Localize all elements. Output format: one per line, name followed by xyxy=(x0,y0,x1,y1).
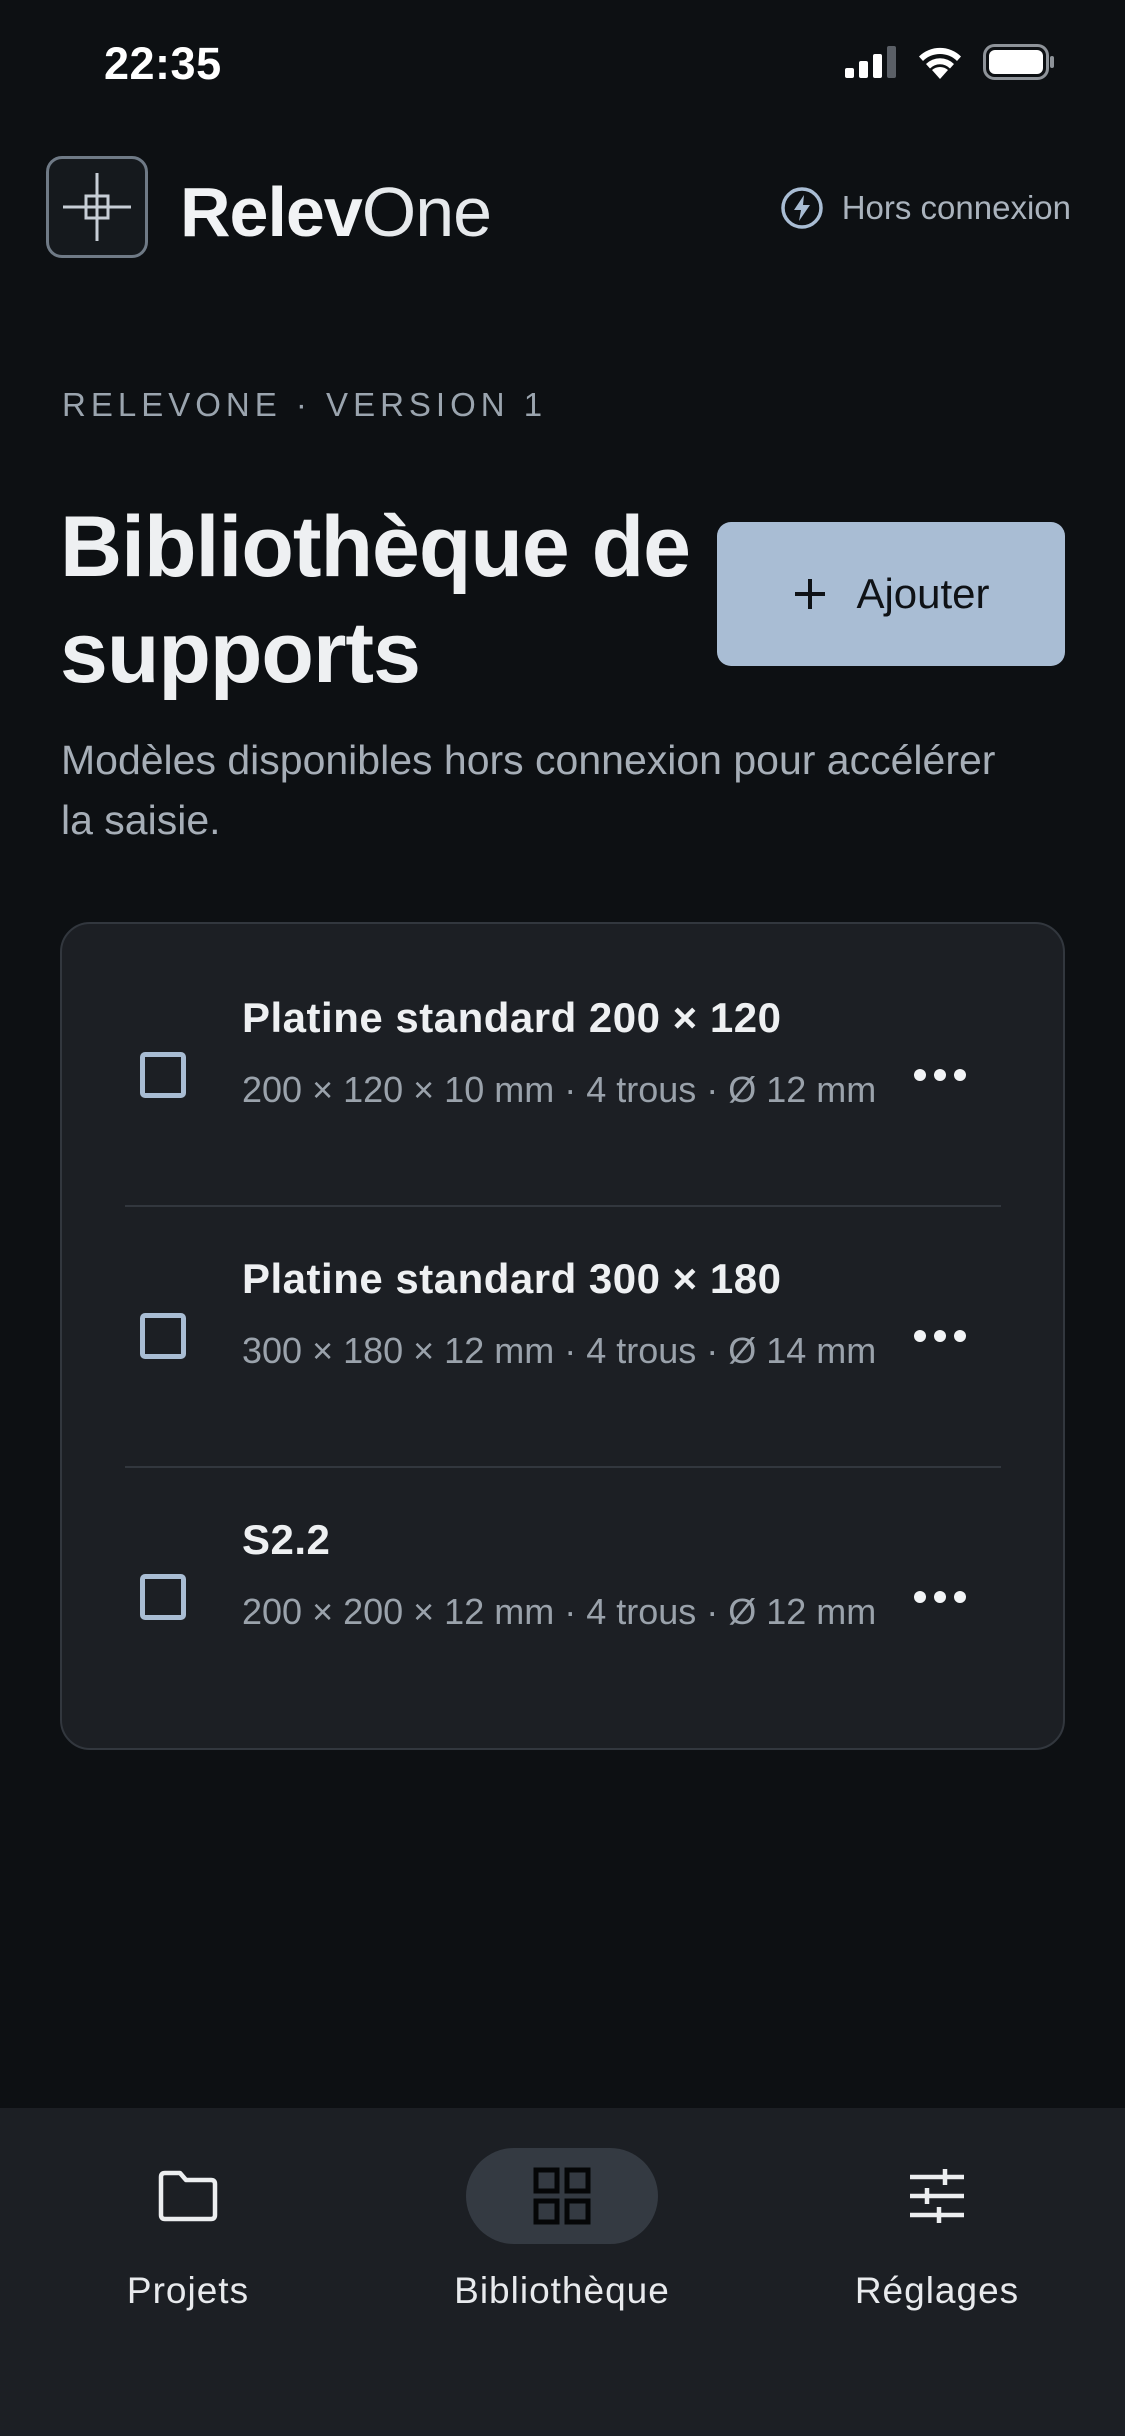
dot-icon xyxy=(934,1591,946,1603)
item-meta: 200 × 120 × 10 mm · 4 trous · Ø 12 mm xyxy=(242,1069,877,1110)
dot-icon xyxy=(954,1330,966,1342)
nav-item-projets[interactable]: Projets xyxy=(48,2148,328,2348)
app-name: RelevOne xyxy=(180,172,492,252)
app-screen: 22:35 RelevOne Hors connexion RELEVONE ·… xyxy=(0,0,1125,2436)
app-logo xyxy=(46,156,148,258)
nav-icon-container xyxy=(466,2148,658,2244)
item-checkbox[interactable] xyxy=(140,1052,186,1098)
crosshair-icon xyxy=(63,173,131,241)
more-options-button[interactable] xyxy=(900,1577,980,1617)
item-title: Platine standard 200 × 120 xyxy=(242,994,782,1041)
plus-icon xyxy=(795,579,826,609)
nav-icon-container xyxy=(841,2148,1033,2244)
nav-item-bibliotheque[interactable]: Bibliothèque xyxy=(422,2148,702,2348)
list-item[interactable]: Platine standard 200 × 120 200 × 120 × 1… xyxy=(62,924,1067,1185)
list-item[interactable]: Platine standard 300 × 180 300 × 180 × 1… xyxy=(62,1185,1067,1446)
item-title: Platine standard 300 × 180 xyxy=(242,1255,782,1302)
supports-list: Platine standard 200 × 120 200 × 120 × 1… xyxy=(60,922,1065,1750)
app-header: RelevOne Hors connexion xyxy=(0,150,1125,265)
bottom-nav: Projets Bibliothèque Réglages xyxy=(0,2108,1125,2436)
more-options-button[interactable] xyxy=(900,1055,980,1095)
item-meta: 300 × 180 × 12 mm · 4 trous · Ø 14 mm xyxy=(242,1330,877,1371)
offline-indicator: Hors connexion xyxy=(780,186,1071,230)
offline-label: Hors connexion xyxy=(841,189,1071,226)
nav-label: Projets xyxy=(126,2270,250,2311)
item-meta: 200 × 200 × 12 mm · 4 trous · Ø 12 mm xyxy=(242,1591,877,1632)
more-options-button[interactable] xyxy=(900,1316,980,1356)
add-button-label: Ajouter xyxy=(856,570,990,617)
signal-icon xyxy=(845,46,896,78)
dot-icon xyxy=(914,1069,926,1081)
page-title: Bibliothèque de supports xyxy=(60,499,691,701)
status-bar: 22:35 xyxy=(0,0,1125,130)
eyebrow-label: RELEVONE · VERSION 1 xyxy=(62,386,548,423)
battery-icon xyxy=(983,44,1054,80)
bolt-icon xyxy=(780,187,823,229)
dot-icon xyxy=(954,1069,966,1081)
folder-icon xyxy=(158,2170,218,2222)
dot-icon xyxy=(914,1330,926,1342)
add-button[interactable]: Ajouter xyxy=(717,522,1065,666)
nav-icon-container xyxy=(92,2148,284,2244)
item-checkbox[interactable] xyxy=(140,1313,186,1359)
status-icons xyxy=(845,44,1055,80)
dot-icon xyxy=(954,1591,966,1603)
sliders-icon xyxy=(910,2169,964,2223)
item-checkbox[interactable] xyxy=(140,1574,186,1620)
dot-icon xyxy=(934,1069,946,1081)
page-subtitle: Modèles disponibles hors connexion pour … xyxy=(61,737,996,843)
dot-icon xyxy=(914,1591,926,1603)
wifi-icon xyxy=(919,47,961,79)
dot-icon xyxy=(934,1330,946,1342)
status-time: 22:35 xyxy=(104,38,222,89)
nav-label: Bibliothèque xyxy=(454,2270,670,2311)
app-name-secondary: One xyxy=(361,173,492,251)
grid-icon xyxy=(533,2167,591,2225)
nav-label: Réglages xyxy=(854,2270,1020,2311)
list-item[interactable]: S2.2 200 × 200 × 12 mm · 4 trous · Ø 12 … xyxy=(62,1446,1067,1707)
nav-item-reglages[interactable]: Réglages xyxy=(797,2148,1077,2348)
item-title: S2.2 xyxy=(242,1516,331,1563)
app-name-primary: Relev xyxy=(180,173,363,251)
